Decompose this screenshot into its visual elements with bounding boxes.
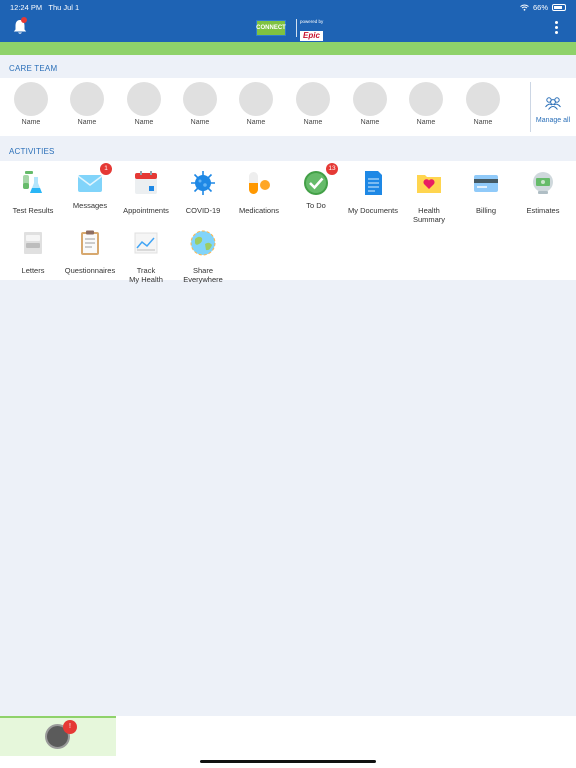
activity-billing[interactable]: Billing xyxy=(455,169,517,215)
activity-health-summary[interactable]: Health Summary xyxy=(398,169,460,224)
messages-badge: 1 xyxy=(100,163,112,175)
account-alert-badge: ! xyxy=(63,720,77,734)
epic-logo: powered by Epic xyxy=(300,19,324,41)
care-team-member[interactable]: Name xyxy=(350,82,390,126)
document-icon xyxy=(365,171,382,195)
chart-icon xyxy=(134,232,158,254)
activity-letters[interactable]: Letters xyxy=(2,229,64,275)
care-team-panel: Name Name Name Name Name Name Name Name … xyxy=(0,78,576,136)
activity-appointments[interactable]: Appointments xyxy=(115,169,177,215)
avatar xyxy=(183,82,217,116)
care-team-member[interactable]: Name xyxy=(11,82,51,126)
avatar xyxy=(353,82,387,116)
activities-title: ACTIVITIES xyxy=(9,147,55,156)
globe-icon xyxy=(190,230,216,256)
status-right: 66% xyxy=(520,3,566,12)
letter-stack-icon xyxy=(24,232,42,254)
to-do-badge: 13 xyxy=(326,163,338,175)
avatar xyxy=(239,82,273,116)
account-tab[interactable]: ! xyxy=(0,716,116,756)
manage-all-button[interactable]: Manage all xyxy=(533,96,573,124)
activity-estimates[interactable]: Estimates xyxy=(512,169,574,215)
estimate-icon xyxy=(533,172,553,194)
activity-share-everywhere[interactable]: Share Everywhere xyxy=(172,229,234,284)
care-team-member[interactable]: Name xyxy=(67,82,107,126)
care-team-member[interactable]: Name xyxy=(463,82,503,126)
logo-divider xyxy=(296,19,297,37)
green-banner xyxy=(0,42,576,55)
manage-divider xyxy=(530,82,531,132)
activity-test-results[interactable]: Test Results xyxy=(2,169,64,215)
avatar xyxy=(70,82,104,116)
status-bar: 12:24 PM Thu Jul 1 66% xyxy=(0,0,576,14)
care-team-member[interactable]: Name xyxy=(180,82,220,126)
care-team-member[interactable]: Name xyxy=(406,82,446,126)
calendar-icon xyxy=(135,171,157,194)
care-team-title: CARE TEAM xyxy=(9,64,58,73)
checkmark-icon xyxy=(304,171,328,195)
activity-to-do[interactable]: 13 To Do xyxy=(285,163,347,210)
wifi-icon xyxy=(520,4,529,11)
avatar xyxy=(14,82,48,116)
avatar xyxy=(409,82,443,116)
avatar xyxy=(127,82,161,116)
battery-percent: 66% xyxy=(532,3,548,12)
pills-icon xyxy=(249,172,270,194)
care-team-member[interactable]: Name xyxy=(293,82,333,126)
more-menu-icon[interactable] xyxy=(550,21,562,37)
home-indicator xyxy=(200,760,376,763)
credit-card-icon xyxy=(474,175,498,192)
activity-track-my-health[interactable]: Track My Health xyxy=(115,229,177,284)
app-header: CONNECT powered by Epic xyxy=(0,14,576,42)
activity-covid19[interactable]: COVID-19 xyxy=(172,169,234,215)
care-team-member[interactable]: Name xyxy=(124,82,164,126)
people-group-icon xyxy=(545,97,561,110)
status-time: 12:24 PM Thu Jul 1 xyxy=(10,3,80,12)
envelope-icon xyxy=(77,175,103,192)
battery-icon xyxy=(552,4,566,11)
activity-questionnaires[interactable]: Questionnaires xyxy=(59,229,121,275)
virus-icon xyxy=(191,171,215,195)
connect-logo: CONNECT xyxy=(256,20,286,36)
care-team-member[interactable]: Name xyxy=(236,82,276,126)
avatar xyxy=(296,82,330,116)
activity-messages[interactable]: 1 Messages xyxy=(59,163,121,210)
notification-dot xyxy=(21,17,27,23)
clipboard-icon xyxy=(81,230,99,255)
bottom-bar: ! xyxy=(0,716,576,768)
heart-folder-icon xyxy=(417,175,441,193)
activities-panel: Test Results 1 Messages Appointments COV… xyxy=(0,161,576,284)
activity-my-documents[interactable]: My Documents xyxy=(342,169,404,215)
avatar xyxy=(466,82,500,116)
test-tubes-icon xyxy=(23,171,42,193)
activity-medications[interactable]: Medications xyxy=(228,169,290,215)
